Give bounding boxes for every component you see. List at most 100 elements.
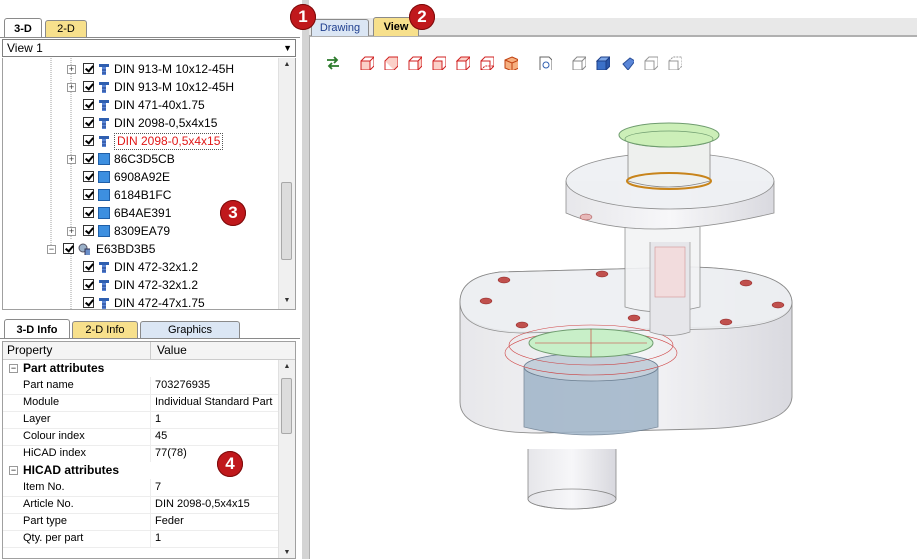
tree-scrollbar[interactable]: ▲ ▼ <box>278 58 295 309</box>
scroll-up-icon[interactable]: ▲ <box>279 360 295 374</box>
swap-icon[interactable] <box>325 56 339 70</box>
property-scrollbar[interactable]: ▲ ▼ <box>278 360 295 558</box>
property-name: Layer <box>23 413 51 425</box>
property-value: Feder <box>155 515 184 527</box>
property-row[interactable]: Item No. 7 <box>3 479 281 497</box>
tree-item[interactable]: DIN 471-40x1.75 <box>3 96 279 114</box>
property-value: 1 <box>155 413 162 425</box>
panel-splitter[interactable] <box>302 0 309 559</box>
visibility-checkbox[interactable] <box>83 153 94 164</box>
tree-item[interactable]: 6908A92E <box>3 168 279 186</box>
property-name: Item No. <box>23 481 65 493</box>
hidden-lines-icon[interactable] <box>644 56 658 70</box>
visibility-checkbox[interactable] <box>83 63 94 74</box>
shade-solid-icon[interactable] <box>596 56 610 70</box>
standard-part-icon <box>99 262 109 273</box>
callout-4: 4 <box>217 451 243 477</box>
property-row[interactable]: Colour index 45 <box>3 428 281 446</box>
visibility-checkbox[interactable] <box>83 261 94 272</box>
property-name: Colour index <box>23 430 85 442</box>
left-panel: 3-D 2-D View 1 ▼ + DIN 913-M 10x12-45H + DI… <box>0 0 302 559</box>
tree-item-label: E63BD3B5 <box>96 242 156 256</box>
visibility-checkbox[interactable] <box>83 297 94 308</box>
view-iso-icon[interactable] <box>504 56 518 70</box>
property-row[interactable]: Part name 703276935 <box>3 377 281 395</box>
view-left-icon[interactable] <box>408 56 422 70</box>
tree-item-label: DIN 472-47x1.75 <box>114 296 205 310</box>
view-zoom-icon[interactable] <box>538 56 552 70</box>
property-row[interactable]: Layer 1 <box>3 411 281 429</box>
part-icon <box>98 225 110 237</box>
property-group-title: Part attributes <box>23 361 105 375</box>
property-row[interactable]: Qty. per part 1 <box>3 530 281 548</box>
view-bottom-icon[interactable] <box>480 56 494 70</box>
expand-icon[interactable]: + <box>67 227 76 236</box>
tree-item-label: 6908A92E <box>114 170 171 184</box>
expand-icon[interactable]: + <box>67 65 76 74</box>
standard-part-icon <box>99 82 109 93</box>
standard-part-icon <box>99 298 109 309</box>
scroll-thumb[interactable] <box>281 378 292 434</box>
property-group[interactable]: − Part attributes <box>3 360 281 377</box>
view-back-icon[interactable] <box>384 56 398 70</box>
3d-viewport[interactable] <box>309 36 917 559</box>
tree-item-label: 86C3D5CB <box>114 152 175 166</box>
tree-item[interactable]: DIN 472-32x1.2 <box>3 258 279 276</box>
scroll-thumb[interactable] <box>281 182 292 260</box>
scroll-down-icon[interactable]: ▼ <box>279 546 295 558</box>
tree-item-label: DIN 2098-0,5x4x15 <box>114 133 224 150</box>
visibility-checkbox[interactable] <box>83 207 94 218</box>
tree-item-label: DIN 471-40x1.75 <box>114 98 205 112</box>
tab-drawing[interactable]: Drawing <box>311 19 369 36</box>
collapse-icon[interactable]: − <box>9 364 18 373</box>
visibility-checkbox[interactable] <box>83 81 94 92</box>
expand-icon[interactable]: + <box>67 83 76 92</box>
tree-item[interactable]: DIN 472-32x1.2 <box>3 276 279 294</box>
hidden-lines-dashed-icon[interactable] <box>668 56 682 70</box>
expand-icon[interactable]: + <box>67 155 76 164</box>
visibility-checkbox[interactable] <box>83 99 94 110</box>
view-top-icon[interactable] <box>456 56 470 70</box>
tree-item-label: DIN 2098-0,5x4x15 <box>114 116 218 130</box>
tree-item[interactable]: DIN 2098-0,5x4x15 <box>3 132 279 150</box>
visibility-checkbox[interactable] <box>83 135 94 146</box>
tab-3d[interactable]: 3-D <box>4 18 42 38</box>
tree-item[interactable]: DIN 2098-0,5x4x15 <box>3 114 279 132</box>
tree-item[interactable]: DIN 472-47x1.75 <box>3 294 279 310</box>
scroll-down-icon[interactable]: ▼ <box>279 294 295 308</box>
standard-part-icon <box>99 118 109 129</box>
property-value: 7 <box>155 481 162 493</box>
view-select[interactable]: View 1 ▼ <box>2 39 296 57</box>
column-property: Property <box>7 343 53 357</box>
tree-item[interactable]: + DIN 913-M 10x12-45H <box>3 60 279 78</box>
tree-item[interactable]: + DIN 913-M 10x12-45H <box>3 78 279 96</box>
collapse-icon[interactable]: − <box>9 466 18 475</box>
tab-3d-info[interactable]: 3-D Info <box>4 319 70 339</box>
shade-smooth-icon[interactable] <box>620 56 634 70</box>
visibility-checkbox[interactable] <box>83 117 94 128</box>
3d-model[interactable] <box>440 77 820 522</box>
tree-item[interactable]: − E63BD3B5 <box>3 240 279 258</box>
part-icon <box>98 189 110 201</box>
tab-2d-info[interactable]: 2-D Info <box>72 321 138 338</box>
property-value: 1 <box>155 532 162 544</box>
visibility-checkbox[interactable] <box>83 189 94 200</box>
scroll-up-icon[interactable]: ▲ <box>279 58 295 72</box>
tab-2d[interactable]: 2-D <box>45 20 87 37</box>
visibility-checkbox[interactable] <box>83 279 94 290</box>
property-row[interactable]: Part type Feder <box>3 513 281 531</box>
property-row[interactable]: Article No. DIN 2098-0,5x4x15 <box>3 496 281 514</box>
collapse-icon[interactable]: − <box>47 245 56 254</box>
visibility-checkbox[interactable] <box>83 171 94 182</box>
property-name: HiCAD index <box>23 447 86 459</box>
shade-wire-icon[interactable] <box>572 56 586 70</box>
visibility-checkbox[interactable] <box>63 243 74 254</box>
view-front-icon[interactable] <box>360 56 374 70</box>
model-tabs: 3-D 2-D <box>0 18 300 38</box>
tab-graphics[interactable]: Graphics <box>140 321 240 338</box>
property-row[interactable]: Module Individual Standard Part <box>3 394 281 412</box>
view-right-icon[interactable] <box>432 56 446 70</box>
info-tabs: 3-D Info 2-D Info Graphics <box>0 319 300 339</box>
visibility-checkbox[interactable] <box>83 225 94 236</box>
tree-item[interactable]: +86C3D5CB <box>3 150 279 168</box>
